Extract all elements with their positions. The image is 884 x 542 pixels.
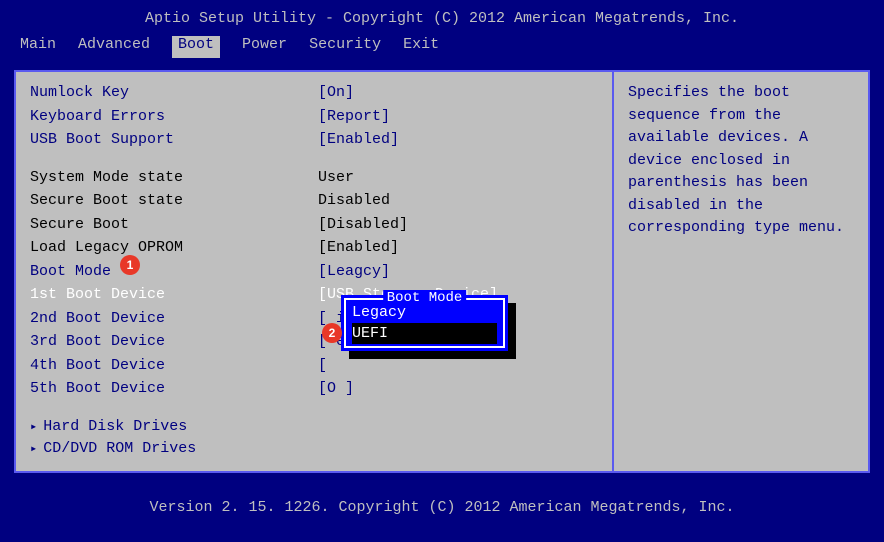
value: Disabled bbox=[318, 190, 598, 213]
label: System Mode state bbox=[30, 167, 318, 190]
setting-5th-boot-device[interactable]: 5th Boot Device [O ] bbox=[30, 378, 598, 401]
setting-3rd-boot-device[interactable]: 3rd Boot Device [ es: W...] bbox=[30, 331, 598, 354]
label: 5th Boot Device bbox=[30, 378, 318, 401]
label: 2nd Boot Device bbox=[30, 308, 318, 331]
label: Secure Boot state bbox=[30, 190, 318, 213]
label: Secure Boot bbox=[30, 214, 318, 237]
setting-4th-boot-device[interactable]: 4th Boot Device [ bbox=[30, 355, 598, 378]
help-text: Specifies the boot sequence from the ava… bbox=[628, 82, 854, 240]
value: [ bbox=[318, 355, 598, 378]
value: [On] bbox=[318, 82, 598, 105]
tab-exit[interactable]: Exit bbox=[403, 36, 439, 58]
tab-main[interactable]: Main bbox=[20, 36, 56, 58]
label: Keyboard Errors bbox=[30, 106, 318, 129]
value: [Leagcy] bbox=[318, 261, 598, 284]
value: [Enabled] bbox=[318, 129, 598, 152]
setting-1st-boot-device[interactable]: 1st Boot Device [USB Storage Device] bbox=[30, 284, 598, 307]
value: [O ] bbox=[318, 378, 598, 401]
label: 3rd Boot Device bbox=[30, 331, 318, 354]
value: [Enabled] bbox=[318, 237, 598, 260]
setting-boot-mode[interactable]: Boot Mode [Leagcy] bbox=[30, 261, 598, 284]
label: USB Boot Support bbox=[30, 129, 318, 152]
bios-header: Aptio Setup Utility - Copyright (C) 2012… bbox=[0, 0, 884, 36]
label: Numlock Key bbox=[30, 82, 318, 105]
tab-boot[interactable]: Boot bbox=[172, 36, 220, 58]
popup-option-uefi[interactable]: UEFI bbox=[352, 323, 497, 344]
setting-numlock[interactable]: Numlock Key [On] bbox=[30, 82, 598, 105]
label: Boot Mode bbox=[30, 261, 318, 284]
annotation-marker-2: 2 bbox=[322, 323, 342, 343]
label: 4th Boot Device bbox=[30, 355, 318, 378]
setting-2nd-boot-device[interactable]: 2nd Boot Device [ ices: P...] bbox=[30, 308, 598, 331]
tab-power[interactable]: Power bbox=[242, 36, 287, 58]
label: Load Legacy OPROM bbox=[30, 237, 318, 260]
setting-secure-boot-state: Secure Boot state Disabled bbox=[30, 190, 598, 213]
bios-footer: Version 2. 15. 1226. Copyright (C) 2012 … bbox=[0, 485, 884, 516]
submenu-hard-disk-drives[interactable]: Hard Disk Drives bbox=[30, 416, 598, 439]
help-panel: Specifies the boot sequence from the ava… bbox=[614, 70, 870, 473]
settings-panel: Numlock Key [On] Keyboard Errors [Report… bbox=[14, 70, 614, 473]
setting-usb-boot[interactable]: USB Boot Support [Enabled] bbox=[30, 129, 598, 152]
setting-load-legacy-oprom: Load Legacy OPROM [Enabled] bbox=[30, 237, 598, 260]
value: [Report] bbox=[318, 106, 598, 129]
tab-advanced[interactable]: Advanced bbox=[78, 36, 150, 58]
label: 1st Boot Device bbox=[30, 284, 318, 307]
value: [Disabled] bbox=[318, 214, 598, 237]
setting-keyboard-errors[interactable]: Keyboard Errors [Report] bbox=[30, 106, 598, 129]
submenu-cd-dvd-drives[interactable]: CD/DVD ROM Drives bbox=[30, 438, 598, 461]
tab-security[interactable]: Security bbox=[309, 36, 381, 58]
setting-system-mode: System Mode state User bbox=[30, 167, 598, 190]
setting-secure-boot: Secure Boot [Disabled] bbox=[30, 214, 598, 237]
value: User bbox=[318, 167, 598, 190]
tab-bar: Main Advanced Boot Power Security Exit bbox=[0, 36, 884, 58]
popup-title: Boot Mode bbox=[383, 290, 467, 306]
annotation-marker-1: 1 bbox=[120, 255, 140, 275]
boot-mode-popup: Boot Mode Legacy UEFI bbox=[341, 295, 508, 351]
